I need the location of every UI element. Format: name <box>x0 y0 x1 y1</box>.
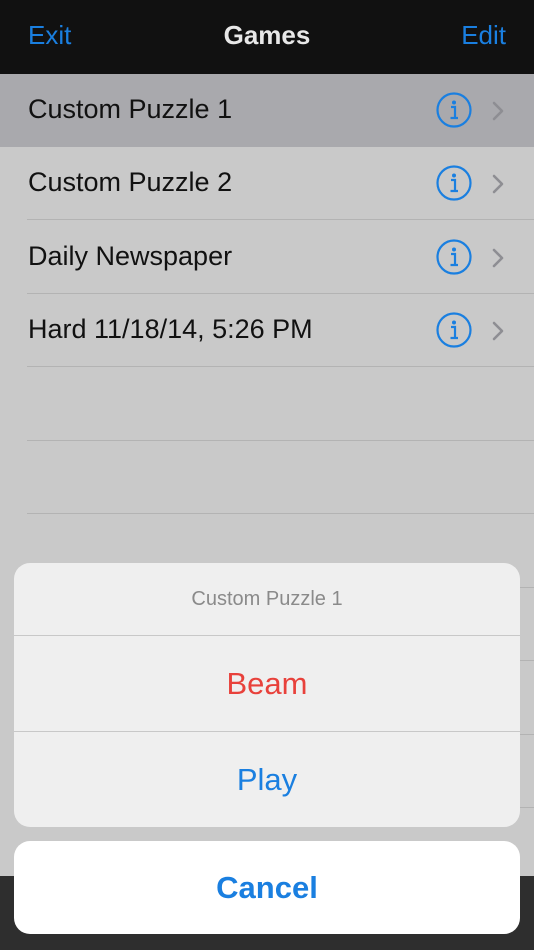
game-label: Custom Puzzle 1 <box>28 94 233 124</box>
action-sheet: Custom Puzzle 1 Beam Play <box>14 563 520 827</box>
info-circle-icon[interactable] <box>436 92 472 128</box>
list-item[interactable]: Hard 11/18/14, 5:26 PM <box>0 294 534 367</box>
beam-button[interactable]: Beam <box>14 636 520 731</box>
empty-row <box>0 441 534 514</box>
info-circle-icon[interactable] <box>436 165 472 201</box>
chevron-right-icon <box>492 321 504 341</box>
row-divider <box>27 219 534 220</box>
play-button[interactable]: Play <box>14 732 520 827</box>
nav-bar: Exit Games Edit <box>0 0 534 74</box>
action-sheet-title: Custom Puzzle 1 <box>191 588 343 610</box>
info-circle-icon[interactable] <box>436 312 472 348</box>
row-divider <box>27 513 534 514</box>
edit-button[interactable]: Edit <box>461 20 506 51</box>
list-item[interactable]: Custom Puzzle 2 <box>0 147 534 220</box>
chevron-right-icon <box>492 174 504 194</box>
row-divider <box>27 366 534 367</box>
list-item[interactable]: Daily Newspaper <box>0 221 534 294</box>
game-label: Daily Newspaper <box>28 241 233 271</box>
game-label: Custom Puzzle 2 <box>28 167 233 197</box>
cancel-button[interactable]: Cancel <box>14 841 520 934</box>
info-circle-icon[interactable] <box>436 239 472 275</box>
list-item[interactable]: Custom Puzzle 1 <box>0 74 534 147</box>
page-title: Games <box>223 20 311 50</box>
empty-row <box>0 368 534 441</box>
chevron-right-icon <box>492 101 504 121</box>
chevron-right-icon <box>492 248 504 268</box>
game-label: Hard 11/18/14, 5:26 PM <box>28 314 313 344</box>
